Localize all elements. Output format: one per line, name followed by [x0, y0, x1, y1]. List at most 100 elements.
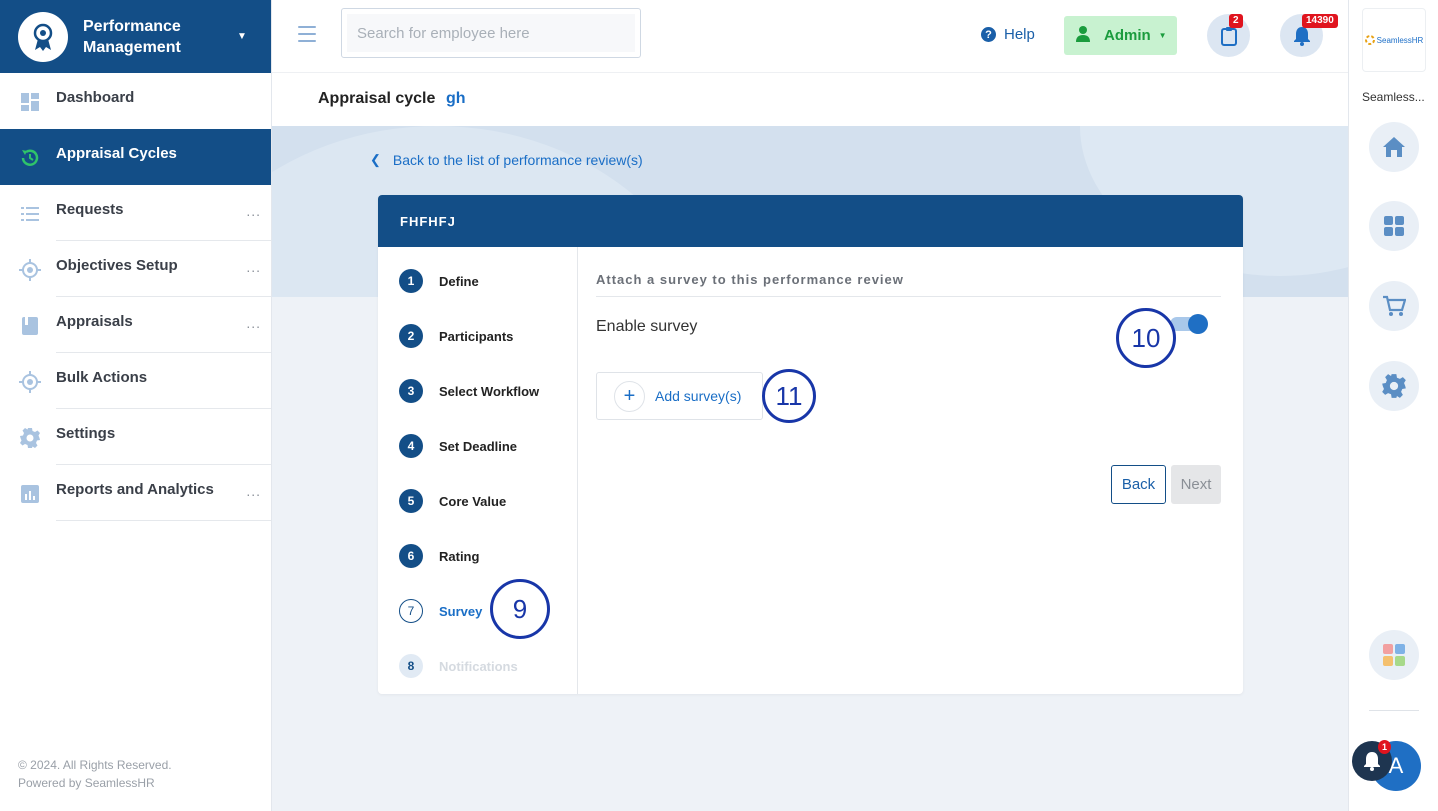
list-icon: [19, 203, 41, 225]
top-bar: ? Help Admin ▼ 2 14390: [272, 0, 1348, 73]
sidebar-item-label: Appraisals: [56, 313, 133, 330]
sidebar-item-label: Requests: [56, 201, 124, 218]
callout-marker-9: 9: [490, 579, 550, 639]
enable-survey-label: Enable survey: [596, 318, 698, 335]
admin-settings-button[interactable]: [1369, 361, 1419, 411]
section-title: Attach a survey to this performance revi…: [596, 272, 904, 287]
step-number: 5: [399, 489, 423, 513]
stepper: 1 Define 2 Participants 3 Select Workflo…: [378, 247, 578, 694]
step-number: 2: [399, 324, 423, 348]
plus-icon: +: [614, 380, 645, 412]
enable-survey-toggle[interactable]: [1170, 314, 1208, 334]
floating-notifications-button[interactable]: 1: [1352, 740, 1392, 781]
right-rail: SeamlessHR Seamless... A 1: [1348, 0, 1438, 811]
sidebar-item-requests[interactable]: Requests ...: [0, 185, 271, 241]
copyright-text: © 2024. All Rights Reserved.: [18, 758, 172, 772]
cycle-icon: [19, 147, 41, 169]
page-title-label: Appraisal cycle: [318, 90, 436, 107]
sidebar-item-bulk-actions[interactable]: Bulk Actions: [0, 353, 271, 409]
search-box: [341, 8, 641, 58]
step-number: 3: [399, 379, 423, 403]
more-options-icon[interactable]: ...: [246, 203, 261, 219]
step-define[interactable]: 1 Define: [399, 269, 479, 293]
sidebar-item-appraisals[interactable]: Appraisals ...: [0, 297, 271, 353]
step-set-deadline[interactable]: 4 Set Deadline: [399, 434, 517, 458]
notifications-badge: 14390: [1302, 14, 1338, 28]
home-button[interactable]: [1369, 122, 1419, 172]
notifications-button[interactable]: 14390: [1280, 14, 1338, 57]
step-survey[interactable]: 7 Survey: [399, 599, 482, 623]
home-icon: [1383, 137, 1405, 157]
step-core-value[interactable]: 5 Core Value: [399, 489, 506, 513]
powered-by-text: Powered by SeamlessHR: [18, 776, 155, 790]
sidebar-item-appraisal-cycles[interactable]: Appraisal Cycles: [0, 129, 271, 185]
divider: [596, 296, 1221, 297]
caret-down-icon: ▼: [1158, 31, 1167, 40]
step-notifications: 8 Notifications: [399, 654, 518, 678]
chevron-down-icon[interactable]: ▼: [237, 31, 247, 42]
seamlesshr-logo-icon: [1364, 35, 1375, 45]
next-button[interactable]: Next: [1171, 465, 1221, 504]
add-survey-button[interactable]: + Add survey(s): [596, 372, 763, 420]
logo-text: SeamlessHR: [1376, 35, 1424, 45]
help-link[interactable]: ? Help: [981, 26, 1035, 43]
step-participants[interactable]: 2 Participants: [399, 324, 513, 348]
step-number: 1: [399, 269, 423, 293]
rail-app-label: Seamless...: [1362, 90, 1425, 104]
step-number: 6: [399, 544, 423, 568]
step-label: Select Workflow: [439, 383, 540, 399]
menu-toggle-icon[interactable]: [298, 26, 316, 47]
step-number: 4: [399, 434, 423, 458]
more-options-icon[interactable]: ...: [246, 315, 261, 331]
back-to-list-link[interactable]: ❮ Back to the list of performance review…: [370, 152, 643, 168]
step-label: Participants: [439, 328, 514, 344]
seamlesshr-logo[interactable]: SeamlessHR: [1362, 8, 1426, 72]
step-label: Core Value: [439, 493, 507, 509]
sidebar-item-objectives-setup[interactable]: Objectives Setup ...: [0, 241, 271, 297]
chart-icon: [19, 483, 41, 505]
sidebar-item-label: Dashboard: [56, 89, 135, 106]
back-button[interactable]: Back: [1111, 465, 1166, 504]
role-switcher-button[interactable]: Admin ▼: [1064, 16, 1177, 55]
step-rating[interactable]: 6 Rating: [399, 544, 479, 568]
step-label: Survey: [439, 603, 483, 619]
app-switcher[interactable]: Performance Management ▼: [0, 0, 271, 73]
marketplace-button[interactable]: [1369, 281, 1419, 331]
cycle-name: gh: [446, 90, 466, 107]
back-link-label: Back to the list of performance review(s…: [392, 152, 643, 168]
book-icon: [19, 315, 41, 337]
role-label: Admin: [1104, 27, 1151, 44]
callout-marker-11: 11: [762, 369, 816, 423]
step-label: Define: [439, 273, 479, 289]
performance-logo-icon: [18, 11, 68, 62]
step-label: Rating: [439, 548, 480, 564]
more-options-icon[interactable]: ...: [246, 483, 261, 499]
sidebar-footer: © 2024. All Rights Reserved. Powered by …: [18, 756, 172, 792]
sidebar-item-label: Appraisal Cycles: [56, 145, 177, 162]
sidebar-item-settings[interactable]: Settings: [0, 409, 271, 465]
sidebar-item-label: Bulk Actions: [56, 369, 148, 386]
card-title: FHFHFJ: [378, 195, 1243, 247]
dashboard-icon: [19, 91, 41, 113]
more-options-icon[interactable]: ...: [246, 259, 261, 275]
grid-icon: [1384, 216, 1404, 236]
cart-icon: [1383, 295, 1406, 316]
step-select-workflow[interactable]: 3 Select Workflow: [399, 379, 539, 403]
employee-search-input[interactable]: [347, 14, 635, 52]
tasks-badge: 2: [1229, 14, 1243, 28]
chevron-left-icon: ❮: [370, 152, 381, 167]
gear-icon: [1382, 374, 1406, 398]
app-launcher-button[interactable]: [1369, 630, 1419, 680]
step-number: 7: [399, 599, 423, 623]
sidebar-item-dashboard[interactable]: Dashboard: [0, 73, 271, 129]
app-title: Performance Management: [83, 17, 181, 56]
sidebar-item-label: Objectives Setup: [56, 257, 178, 274]
sidebar-item-reports-and-analytics[interactable]: Reports and Analytics ...: [0, 465, 271, 521]
sidebar-item-label: Reports and Analytics: [56, 481, 214, 498]
clipboard-icon: [1220, 26, 1237, 46]
add-survey-label: Add survey(s): [655, 388, 742, 404]
callout-marker-10: 10: [1116, 308, 1176, 368]
bell-icon: [1293, 26, 1310, 46]
apps-grid-button[interactable]: [1369, 201, 1419, 251]
tasks-button[interactable]: 2: [1207, 14, 1250, 57]
